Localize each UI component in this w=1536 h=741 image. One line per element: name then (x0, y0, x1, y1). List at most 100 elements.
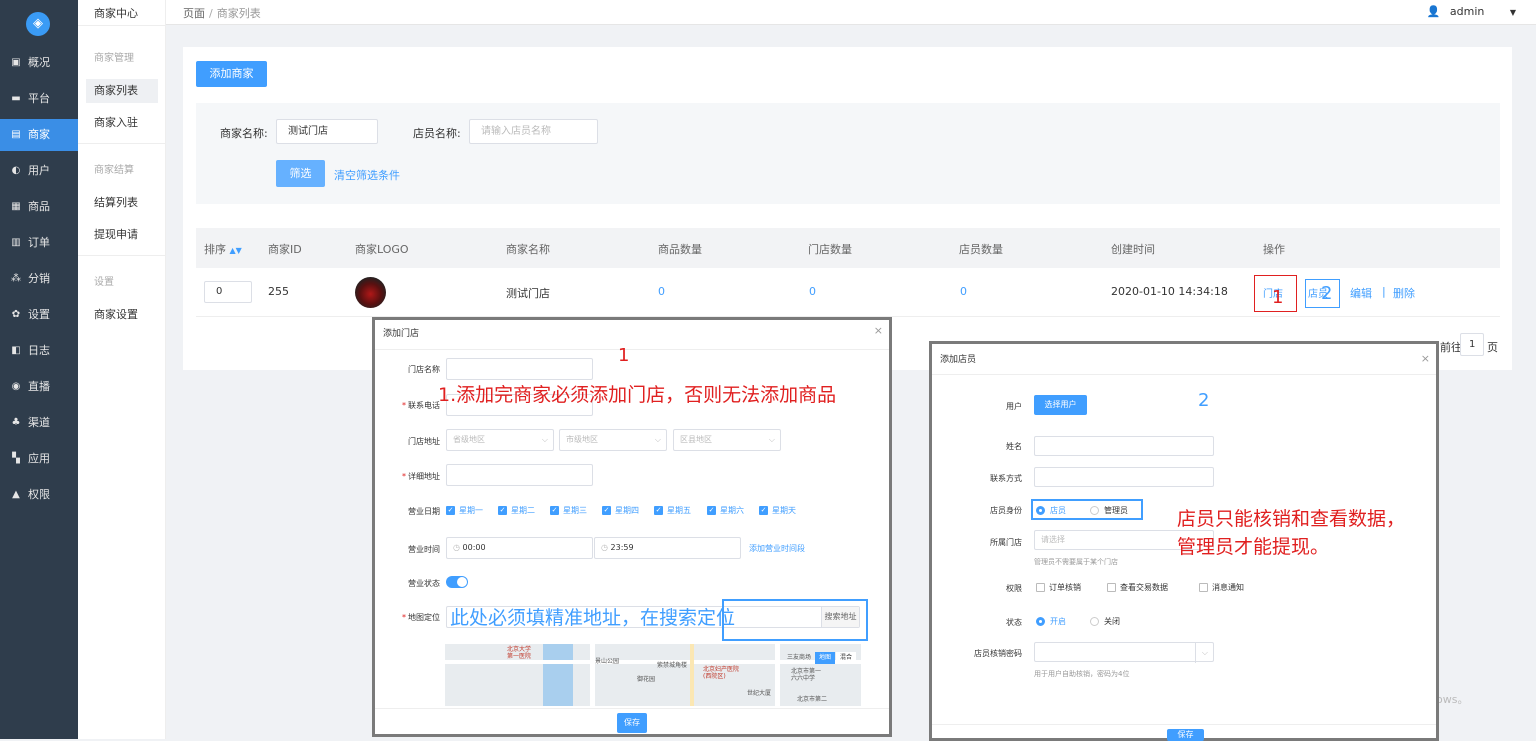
sidebar-item-9[interactable]: ◉ 直播 (0, 371, 78, 403)
state-off-radio[interactable]: 关闭 (1090, 616, 1120, 627)
sidebar-item-12[interactable]: ▲ 权限 (0, 479, 78, 511)
edit-action-link[interactable]: 编辑 (1350, 285, 1372, 301)
perm-verify-checkbox[interactable]: 订单核销 (1036, 582, 1081, 593)
sidebar-item-label: 概况 (28, 56, 50, 69)
store-save-button[interactable]: 保存 (617, 713, 647, 733)
contact-label: 联系方式 (990, 474, 1022, 483)
map-road (690, 644, 694, 706)
map-view[interactable]: 北京大学 第一医院 景山公园 紫禁城角楼 北京妇产医院 (西院区) 御花园 三友商场… (445, 644, 861, 706)
submenu-item-merchant-list[interactable]: 商家列表 (86, 79, 158, 103)
sidebar-item-label: 商家 (28, 128, 50, 141)
submenu-item-merchant-join[interactable]: 商家入驻 (86, 111, 158, 135)
pagination-goto-label: 前往 (1440, 341, 1462, 354)
map-label: 御花园 (637, 676, 656, 683)
sort-input[interactable]: 0 (204, 281, 252, 303)
cell-clerks[interactable]: 0 (960, 285, 967, 298)
sidebar-item-11[interactable]: ▚ 应用 (0, 443, 78, 475)
delete-action-link[interactable]: 删除 (1393, 285, 1415, 301)
detail-address-label: * 详细地址 (402, 472, 440, 481)
filter-button[interactable]: 筛选 (276, 160, 325, 187)
user-menu[interactable]: 👤 admin ▼ (1427, 5, 1516, 18)
business-status-switch[interactable] (446, 576, 468, 588)
weekday-checkbox[interactable]: ✓ 星期三 (550, 505, 587, 516)
sidebar-item-label: 日志 (28, 344, 50, 357)
city-select[interactable]: 市级地区 ⌵ (559, 429, 667, 451)
map-lake (543, 644, 573, 706)
end-time-input[interactable]: ◷ 23:59 (594, 537, 741, 559)
sidebar-item-4[interactable]: ▦ 商品 (0, 191, 78, 223)
perm-message-checkbox[interactable]: 消息通知 (1199, 582, 1244, 593)
action-separator: | (1382, 285, 1386, 298)
close-icon[interactable]: × (874, 324, 883, 337)
th-goods: 商品数量 (658, 243, 702, 256)
clock-icon: ◷ (601, 543, 611, 552)
weekday-label: 星期六 (720, 506, 744, 515)
check-icon: ✓ (498, 506, 507, 515)
clock-icon: ◷ (453, 543, 463, 552)
map-label: 紫禁城角楼 (657, 662, 688, 669)
sidebar-item-6[interactable]: ⁂ 分销 (0, 263, 78, 295)
add-hours-link[interactable]: 添加营业时间段 (749, 543, 805, 554)
cell-stores[interactable]: 0 (809, 285, 816, 298)
add-merchant-button[interactable]: 添加商家 (196, 61, 267, 87)
th-sort[interactable]: 排序 ▲▼ (204, 241, 242, 257)
annotation-note-store: 1.添加完商家必须添加门店，否则无法添加商品 (438, 384, 837, 406)
clear-filter-link[interactable]: 清空筛选条件 (334, 167, 400, 183)
check-icon: ✓ (654, 506, 663, 515)
close-icon[interactable]: × (1421, 352, 1430, 365)
weekday-checkbox[interactable]: ✓ 星期二 (498, 505, 535, 516)
submenu-item-settle-list[interactable]: 结算列表 (86, 191, 158, 215)
app-logo-icon[interactable]: ◈ (26, 12, 50, 36)
breadcrumb-root[interactable]: 页面 (183, 7, 205, 20)
map-label: 三友商场 (787, 654, 812, 661)
weekday-checkbox[interactable]: ✓ 星期四 (602, 505, 639, 516)
pagination-page-input[interactable]: 1 (1460, 333, 1484, 356)
business-days-label: 营业日期 (408, 507, 440, 516)
sort-caret-icon: ▲▼ (229, 246, 242, 255)
weekday-checkbox[interactable]: ✓ 星期天 (759, 505, 796, 516)
check-icon: ✓ (550, 506, 559, 515)
th-actions: 操作 (1263, 243, 1285, 256)
weekday-checkbox[interactable]: ✓ 星期六 (707, 505, 744, 516)
sidebar-item-7[interactable]: ✿ 设置 (0, 299, 78, 331)
sidebar-item-5[interactable]: ▥ 订单 (0, 227, 78, 259)
business-status-label: 营业状态 (408, 579, 440, 588)
clerk-name-input[interactable] (1034, 436, 1214, 456)
clerk-save-button[interactable]: 保存 (1167, 729, 1204, 741)
submenu-item-withdraw[interactable]: 提现申请 (86, 223, 158, 247)
check-icon: ✓ (446, 506, 455, 515)
perm-trade-checkbox[interactable]: 查看交易数据 (1107, 582, 1168, 593)
weekday-checkbox[interactable]: ✓ 星期五 (654, 505, 691, 516)
start-time-input[interactable]: ◷ 00:00 (446, 537, 593, 559)
submenu-item-merchant-settings[interactable]: 商家设置 (86, 303, 158, 327)
merchant-name-input[interactable]: 测试门店 (276, 119, 378, 144)
cell-goods[interactable]: 0 (658, 285, 665, 298)
map-mode-hybrid-button[interactable]: 混合 (836, 652, 856, 664)
contact-input[interactable] (1034, 467, 1214, 487)
store-hint: 管理员不需要属于某个门店 (1034, 558, 1118, 566)
store-name-input[interactable] (446, 358, 593, 380)
divider (78, 143, 166, 144)
sidebar-item-1[interactable]: ▬ 平台 (0, 83, 78, 115)
state-on-radio[interactable]: 开启 (1036, 616, 1066, 627)
map-label: 北京市第一 六六中学 (791, 668, 822, 682)
sidebar-item-3[interactable]: ◐ 用户 (0, 155, 78, 187)
sidebar-item-10[interactable]: ♣ 渠道 (0, 407, 78, 439)
divider (375, 349, 889, 350)
sidebar-item-0[interactable]: ▣ 概况 (0, 47, 78, 79)
sidebar-item-2[interactable]: ▤ 商家 (0, 119, 78, 151)
detail-address-input[interactable] (446, 464, 593, 486)
select-user-button[interactable]: 选择用户 (1034, 395, 1087, 415)
district-select[interactable]: 区县地区 ⌵ (673, 429, 781, 451)
log-icon: ◧ (11, 345, 21, 356)
province-select[interactable]: 省级地区 ⌵ (446, 429, 554, 451)
divider (375, 708, 889, 709)
sidebar-item-8[interactable]: ◧ 日志 (0, 335, 78, 367)
clerk-name-input[interactable]: 请输入店员名称 (469, 119, 598, 144)
verify-password-input[interactable]: ⌵ (1034, 642, 1214, 663)
business-hours-label: 营业时间 (408, 545, 440, 554)
store-name-label: 门店名称 (408, 365, 440, 374)
map-mode-map-button[interactable]: 地图 (815, 652, 835, 664)
th-logo: 商家LOGO (355, 243, 409, 256)
weekday-checkbox[interactable]: ✓ 星期一 (446, 505, 483, 516)
